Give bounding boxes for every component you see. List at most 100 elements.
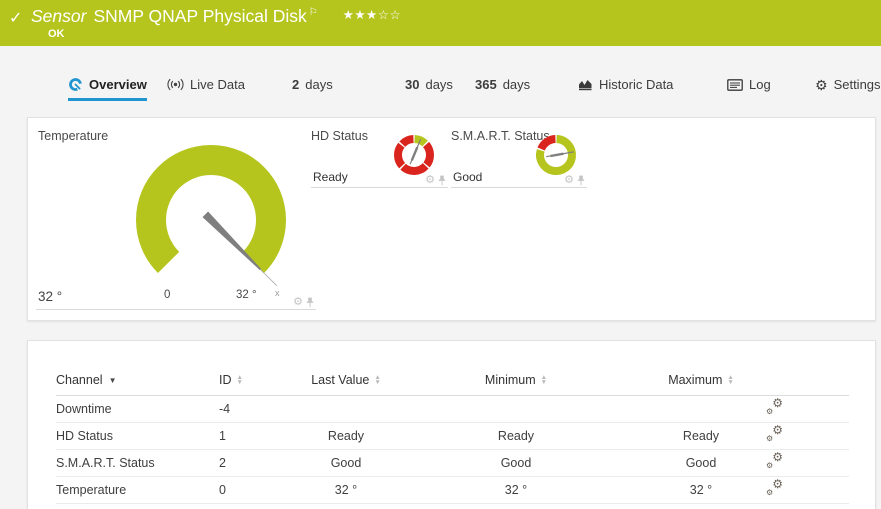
- gauge-icon: [69, 78, 82, 91]
- tab-historic-data-label: Historic Data: [599, 77, 674, 92]
- gauge-tile-smart-status: S.M.A.R.T. Status Good ⚙: [451, 129, 587, 188]
- page-title: SNMP QNAP Physical Disk: [93, 6, 307, 26]
- tab-live-data-label: Live Data: [190, 77, 245, 92]
- sort-icon: ▲ ▼: [374, 374, 381, 387]
- table-row-temperature: Temperature 0 32 ° 32 ° 32 ° ⚙ ⚙: [56, 476, 849, 504]
- cell-channel: HD Status: [56, 422, 219, 450]
- tab-2-days[interactable]: 2 days: [292, 71, 333, 98]
- settings-gear-icon: ⚙: [815, 76, 828, 93]
- cell-minimum: [396, 395, 636, 423]
- column-header-maximum[interactable]: Maximum ▲ ▼: [636, 365, 766, 396]
- column-header-actions: [766, 365, 849, 396]
- channel-settings-icon[interactable]: ⚙ ⚙: [766, 478, 783, 497]
- channel-settings-icon[interactable]: ⚙ ⚙: [766, 397, 783, 416]
- channel-settings-icon[interactable]: ⚙ ⚙: [766, 424, 783, 443]
- channel-gear-icon[interactable]: ⚙: [564, 175, 574, 186]
- tab-365-days[interactable]: 365 days: [475, 71, 530, 98]
- column-header-channel[interactable]: Channel ▼: [56, 365, 219, 396]
- gauges-panel: Temperature x 32 ° 0 32 ° ⚙ HD Status Re…: [27, 117, 876, 321]
- channels-table: Channel ▼ ID ▲ ▼ Last Value ▲ ▼ Minimum ▲ ▼ Max…: [56, 365, 849, 504]
- cell-minimum: Good: [396, 449, 636, 477]
- stars-filled[interactable]: ★★★: [343, 8, 378, 22]
- sort-icon: ▲ ▼: [540, 374, 548, 387]
- pin-icon[interactable]: [438, 175, 446, 186]
- status-ok-check-icon: ✓: [9, 10, 23, 27]
- cell-last-value: Ready: [296, 422, 396, 450]
- tab-overview-label: Overview: [89, 77, 147, 92]
- needle-tip-marker: x: [275, 288, 280, 298]
- cell-id: -4: [219, 395, 296, 423]
- gauge-title: HD Status: [311, 129, 368, 143]
- tab-overview[interactable]: Overview: [68, 71, 147, 98]
- cell-id: 2: [219, 449, 296, 477]
- cell-channel: S.M.A.R.T. Status: [56, 449, 219, 477]
- pin-icon[interactable]: [577, 175, 585, 186]
- table-row-hd-status: HD Status 1 Ready Ready Ready ⚙ ⚙: [56, 422, 849, 450]
- cell-maximum: Good: [636, 449, 766, 477]
- tab-log[interactable]: Log: [727, 71, 771, 98]
- sort-desc-icon: ▼: [108, 375, 117, 385]
- cell-id: 0: [219, 476, 296, 504]
- cell-last-value: Good: [296, 449, 396, 477]
- cell-minimum: 32 °: [396, 476, 636, 504]
- gauge-tile-temperature: Temperature x 32 ° 0 32 ° ⚙: [36, 129, 316, 310]
- gauge-scale-min: 0: [164, 289, 171, 301]
- tab-365-days-label: days: [502, 77, 531, 92]
- priority-stars[interactable]: ★★★☆☆: [343, 8, 402, 22]
- gauge-tile-hd-status: HD Status Ready ⚙: [311, 129, 448, 188]
- tab-30-days-number: 30: [405, 77, 420, 92]
- tab-2-days-number: 2: [292, 77, 300, 92]
- tile-tools: ⚙: [564, 175, 585, 186]
- gauge-current-value: 32 °: [38, 289, 63, 304]
- column-header-minimum[interactable]: Minimum ▲ ▼: [396, 365, 636, 396]
- table-row-downtime: Downtime -4 ⚙ ⚙: [56, 395, 849, 423]
- column-header-id[interactable]: ID ▲ ▼: [219, 365, 296, 396]
- cell-channel: Temperature: [56, 476, 219, 504]
- cell-maximum: [636, 395, 766, 423]
- priority-flag-icon[interactable]: ⚐: [309, 7, 318, 18]
- pin-icon[interactable]: [306, 297, 314, 308]
- sort-icon: ▲ ▼: [236, 374, 243, 387]
- sensor-status-badge: OK: [48, 28, 65, 40]
- cell-maximum: Ready: [636, 422, 766, 450]
- tab-365-days-number: 365: [475, 77, 497, 92]
- table-header-row: Channel ▼ ID ▲ ▼ Last Value ▲ ▼ Minimum ▲ ▼ Max…: [56, 365, 849, 396]
- cell-last-value: 32 °: [296, 476, 396, 504]
- stars-empty[interactable]: ☆☆: [378, 8, 401, 22]
- cell-id: 1: [219, 422, 296, 450]
- log-icon: [727, 78, 743, 91]
- column-header-last-value[interactable]: Last Value ▲ ▼: [296, 365, 396, 396]
- tab-log-label: Log: [749, 77, 771, 92]
- sort-icon: ▲ ▼: [727, 374, 734, 387]
- cell-last-value: [296, 395, 396, 423]
- sensor-kind-label: Sensor: [31, 6, 87, 26]
- channel-settings-icon[interactable]: ⚙ ⚙: [766, 451, 783, 470]
- hd-status-gauge: [394, 135, 434, 175]
- cell-minimum: Ready: [396, 422, 636, 450]
- historic-chart-icon: [579, 80, 592, 91]
- tile-tools: ⚙: [293, 297, 314, 308]
- channel-gear-icon[interactable]: ⚙: [293, 297, 303, 308]
- tab-2-days-label: days: [305, 77, 333, 92]
- smart-status-gauge: [536, 135, 576, 175]
- temperature-gauge: x: [136, 145, 286, 298]
- cell-channel: Downtime: [56, 395, 219, 423]
- tab-30-days-label: days: [425, 77, 453, 92]
- gauge-current-value: Ready: [313, 170, 348, 184]
- sensor-title-line: Sensor SNMP QNAP Physical Disk ⚐ ★★★☆☆: [31, 6, 401, 27]
- gauge-scale-max: 32 °: [236, 289, 257, 301]
- tile-tools: ⚙: [425, 175, 446, 186]
- gauge-current-value: Good: [453, 170, 483, 184]
- tab-settings-label: Settings: [833, 77, 881, 92]
- tab-live-data[interactable]: Live Data: [167, 71, 245, 98]
- live-data-icon: [167, 78, 184, 91]
- cell-maximum: 32 °: [636, 476, 766, 504]
- channel-gear-icon[interactable]: ⚙: [425, 175, 435, 186]
- channels-panel: Channel ▼ ID ▲ ▼ Last Value ▲ ▼ Minimum ▲ ▼ Max…: [27, 340, 876, 509]
- table-row-smart-status: S.M.A.R.T. Status 2 Good Good Good ⚙ ⚙: [56, 449, 849, 477]
- prtg-sensor-page: ✓ Sensor SNMP QNAP Physical Disk ⚐ ★★★☆☆ O…: [0, 0, 881, 509]
- tab-historic-data[interactable]: Historic Data: [578, 71, 673, 98]
- sensor-header: ✓ Sensor SNMP QNAP Physical Disk ⚐ ★★★☆☆ O…: [0, 0, 881, 46]
- tab-settings[interactable]: ⚙ Settings: [815, 71, 881, 98]
- tab-30-days[interactable]: 30 days: [405, 71, 453, 98]
